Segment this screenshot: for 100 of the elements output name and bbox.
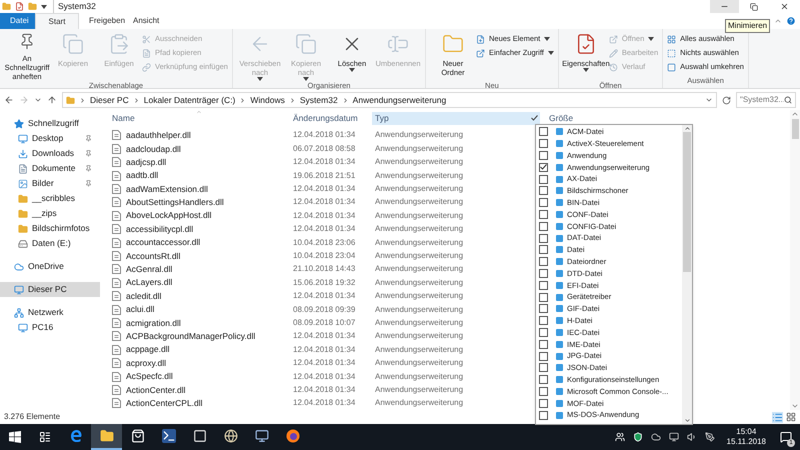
file-name-cell[interactable]: accountaccessor.dll xyxy=(100,236,290,249)
collapse-ribbon-icon[interactable] xyxy=(774,17,782,25)
file-name-cell[interactable]: acmigration.dll xyxy=(100,316,290,330)
file-name-cell[interactable]: AboveLockAppHost.dll xyxy=(100,209,290,222)
file-name-cell[interactable]: AcLayers.dll xyxy=(100,276,290,290)
breadcrumb[interactable]: Lokaler Datenträger (C:) xyxy=(144,94,236,106)
column-header[interactable]: Größe xyxy=(540,112,640,125)
checkbox[interactable] xyxy=(539,410,548,420)
checkbox[interactable] xyxy=(539,268,548,278)
column-header[interactable]: Änderungsdatum xyxy=(290,112,372,125)
file-name-cell[interactable]: aadWamExtension.dll xyxy=(100,182,290,196)
address-dropdown-icon[interactable] xyxy=(705,96,713,104)
file-name-cell[interactable]: aadcloudap.dll xyxy=(100,142,290,156)
sidebar-item[interactable]: Bildschirmfotos xyxy=(0,221,100,236)
file-name-cell[interactable]: acppage.dll xyxy=(100,343,290,356)
checkbox[interactable] xyxy=(539,328,548,337)
checkbox[interactable] xyxy=(539,398,548,408)
menu-scrollbar[interactable] xyxy=(682,125,692,424)
sidebar-item[interactable]: Desktop xyxy=(0,131,100,146)
cloud-icon[interactable] xyxy=(650,432,661,442)
file-name-cell[interactable]: acledit.dll xyxy=(100,290,290,303)
scrollbar[interactable] xyxy=(790,110,800,410)
checkbox[interactable] xyxy=(539,257,548,266)
scrollbar-thumb[interactable] xyxy=(683,132,691,272)
sidebar-item[interactable]: Bilder xyxy=(0,176,100,191)
sidebar-item[interactable]: PC16 xyxy=(0,320,100,335)
clock[interactable]: 15:04 15.11.2018 xyxy=(720,424,772,450)
sidebar-item[interactable]: __scribbles xyxy=(0,191,100,206)
recent-locations-icon[interactable] xyxy=(34,96,42,104)
breadcrumb[interactable]: Dieser PC xyxy=(90,94,129,106)
ribbon-tab[interactable]: Ansicht xyxy=(123,13,167,29)
speaker-icon[interactable] xyxy=(686,432,697,442)
pen-icon[interactable] xyxy=(704,432,715,442)
column-header[interactable]: Typ xyxy=(372,112,540,125)
checkbox[interactable] xyxy=(539,280,548,290)
sidebar-item[interactable]: Dieser PC xyxy=(0,282,100,297)
sidebar-item[interactable]: Dokumente xyxy=(0,161,100,176)
help-icon[interactable] xyxy=(786,16,796,26)
checkbox[interactable] xyxy=(539,186,548,196)
address-bar[interactable]: Dieser PC Lokaler Datenträger (C:) Windows System32 Anwendungserweiterung xyxy=(62,92,717,108)
checkbox[interactable] xyxy=(539,340,548,349)
file-name-cell[interactable]: ActionCenterCPL.dll xyxy=(100,396,290,410)
back-icon[interactable] xyxy=(4,95,14,105)
ribbon-tab[interactable]: Freigeben xyxy=(79,13,123,29)
file-name-cell[interactable]: AcGenral.dll xyxy=(100,263,290,276)
checkbox[interactable] xyxy=(539,210,548,219)
checkbox[interactable] xyxy=(539,375,548,384)
sidebar-item[interactable]: Downloads xyxy=(0,146,100,161)
properties-icon[interactable] xyxy=(15,2,24,11)
checkbox[interactable] xyxy=(539,363,548,372)
sidebar-item[interactable]: __zips xyxy=(0,206,100,221)
copy-icon xyxy=(62,33,84,55)
checkbox[interactable] xyxy=(539,150,548,160)
checkbox[interactable] xyxy=(539,292,548,302)
file-menu-tab[interactable]: Datei xyxy=(0,13,35,29)
sidebar-item[interactable]: OneDrive xyxy=(0,259,100,274)
search-field[interactable]: "System32... xyxy=(736,92,796,108)
file-name-cell[interactable]: aadjcsp.dll xyxy=(100,156,290,169)
file-name-cell[interactable]: aadauthhelper.dll xyxy=(100,129,290,142)
details-view-icon[interactable] xyxy=(772,412,783,422)
file-name-cell[interactable]: AccountsRt.dll xyxy=(100,250,290,262)
breadcrumb-separator-icon xyxy=(239,96,246,104)
monitor-icon[interactable] xyxy=(668,432,679,442)
sidebar-item[interactable]: Netzwerk xyxy=(0,305,100,320)
ribbon-tab[interactable]: Start xyxy=(35,13,79,29)
file-name-cell[interactable]: AcSpecfc.dll xyxy=(100,370,290,383)
breadcrumb[interactable]: System32 xyxy=(300,94,338,106)
checkbox[interactable] xyxy=(539,222,548,231)
checkbox[interactable] xyxy=(539,245,548,254)
checkbox[interactable] xyxy=(539,234,548,243)
file-name-cell[interactable]: aclui.dll xyxy=(100,303,290,316)
scrollbar-thumb[interactable] xyxy=(792,119,798,139)
checkbox[interactable] xyxy=(539,127,548,136)
column-header[interactable]: Name xyxy=(100,112,290,125)
shield-icon[interactable] xyxy=(632,432,643,442)
file-name-cell[interactable]: accessibilitycpl.dll xyxy=(100,222,290,236)
checkbox[interactable] xyxy=(539,139,548,148)
breadcrumb[interactable]: Anwendungserweiterung xyxy=(352,94,446,106)
file-name-cell[interactable]: AboutSettingsHandlers.dll xyxy=(100,196,290,209)
refresh-icon[interactable] xyxy=(722,96,731,104)
checkbox[interactable] xyxy=(539,174,548,184)
file-name-cell[interactable]: ActionCenter.dll xyxy=(100,384,290,396)
sidebar-item[interactable]: Schnellzugriff xyxy=(0,116,100,131)
checkbox[interactable] xyxy=(539,198,548,208)
file-name-cell[interactable]: aadtb.dll xyxy=(100,169,290,182)
taskbar-app[interactable] xyxy=(91,424,122,450)
file-name-cell[interactable]: ACPBackgroundManagerPolicy.dll xyxy=(100,330,290,343)
checkbox[interactable] xyxy=(539,304,548,314)
file-icon xyxy=(112,130,121,140)
checkbox[interactable] xyxy=(539,162,548,172)
file-name-cell[interactable]: acproxy.dll xyxy=(100,356,290,370)
breadcrumb[interactable]: Windows xyxy=(250,94,285,106)
sidebar-item[interactable]: Daten (E:) xyxy=(0,236,100,251)
checkbox[interactable] xyxy=(539,352,548,361)
checkbox[interactable] xyxy=(539,316,548,326)
file-icon xyxy=(112,398,121,408)
tiles-view-icon[interactable] xyxy=(786,412,796,422)
checkbox[interactable] xyxy=(539,386,548,396)
people-icon[interactable] xyxy=(614,432,625,442)
up-icon[interactable] xyxy=(47,95,57,105)
